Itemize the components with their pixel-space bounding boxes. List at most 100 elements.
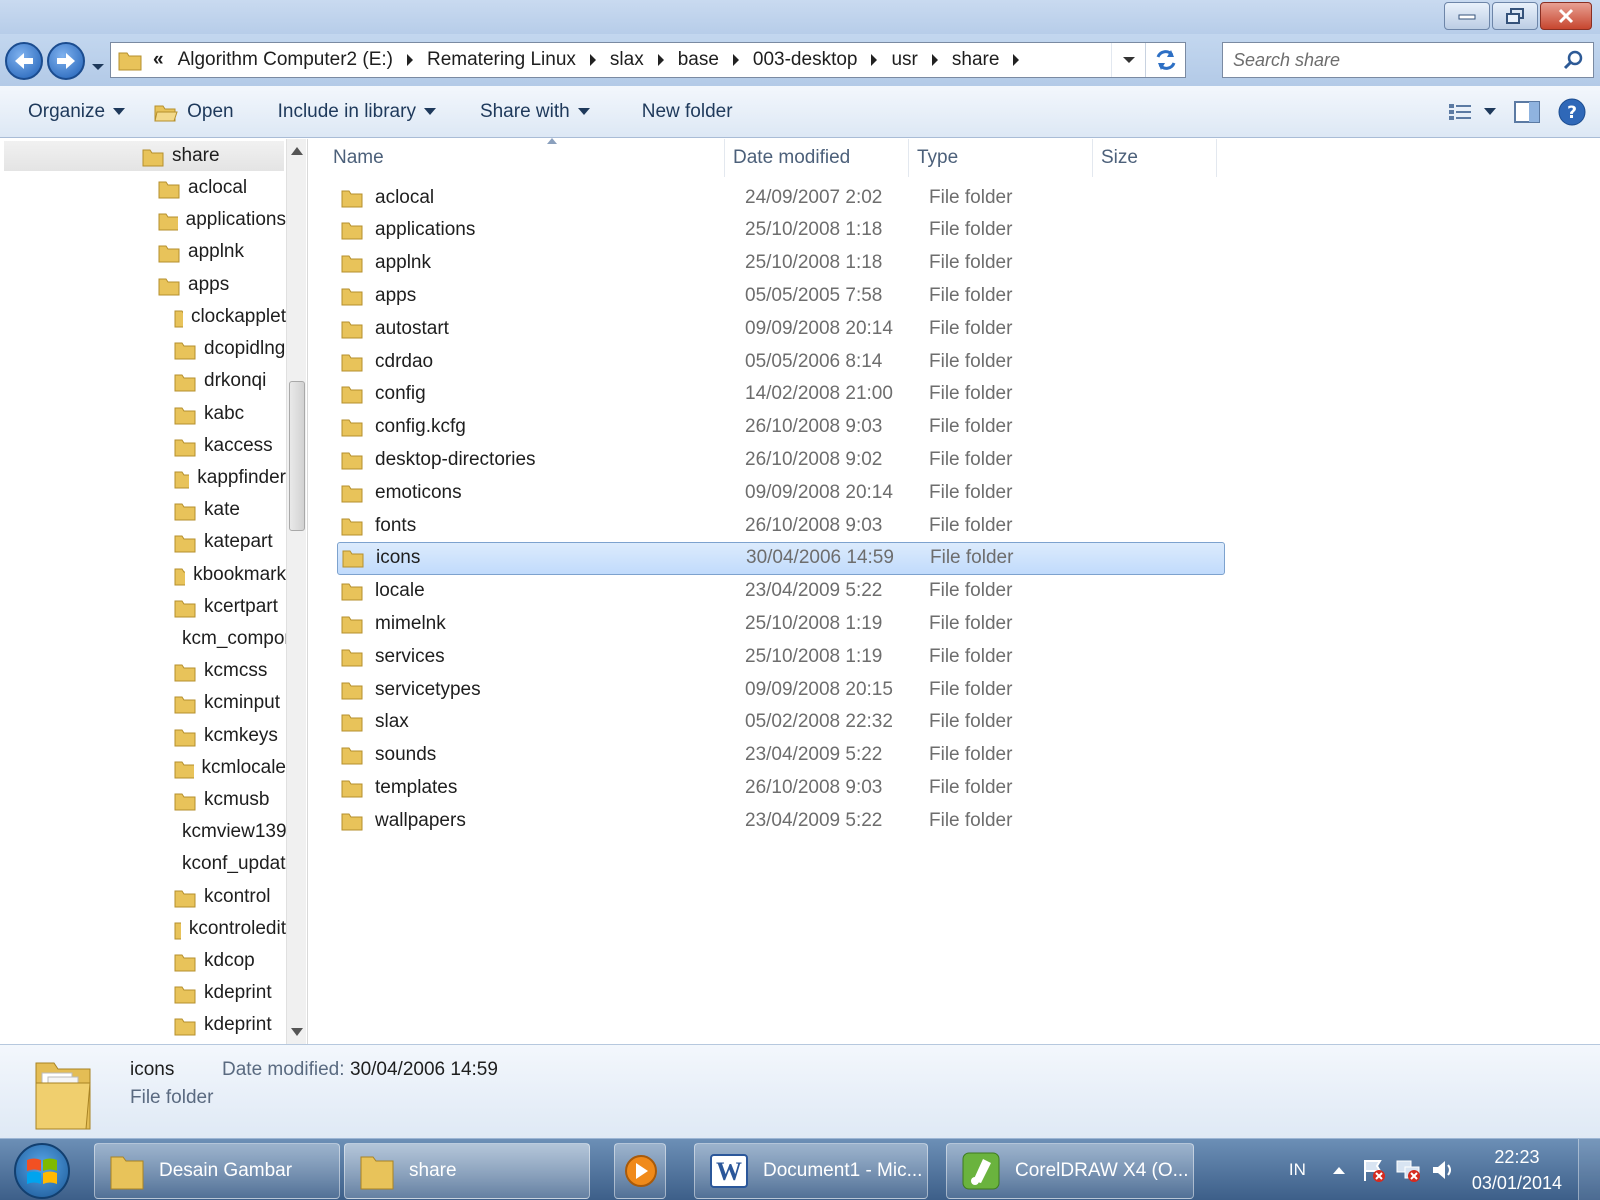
breadcrumb-separator-icon[interactable] [657, 54, 664, 66]
taskbar-item-media-player[interactable] [614, 1143, 666, 1199]
address-overflow[interactable]: « [143, 49, 170, 71]
nav-tree-item[interactable]: apps [158, 270, 286, 300]
forward-button[interactable] [47, 42, 85, 80]
refresh-button[interactable] [1145, 43, 1185, 77]
scroll-thumb[interactable] [289, 381, 305, 531]
column-header-name[interactable]: Name [325, 138, 725, 177]
file-row[interactable]: services 25/10/2008 1:19 File folder [337, 640, 1225, 673]
volume-icon[interactable] [1430, 1158, 1456, 1182]
column-header-size[interactable]: Size [1093, 139, 1217, 177]
change-view-button[interactable] [1448, 102, 1496, 122]
help-icon[interactable]: ? [1558, 98, 1586, 126]
file-row[interactable]: autostart 09/09/2008 20:14 File folder [337, 312, 1225, 345]
breadcrumb-item[interactable]: share [944, 49, 1008, 71]
nav-tree-item[interactable]: kdcop [174, 946, 286, 976]
open-button[interactable]: Open [139, 86, 247, 137]
nav-tree-item[interactable]: kconf_update [174, 849, 286, 879]
search-input[interactable] [1233, 49, 1563, 71]
scroll-up-arrow-icon[interactable] [291, 147, 303, 155]
network-icon[interactable] [1394, 1157, 1422, 1183]
breadcrumb-item[interactable]: slax [602, 49, 652, 71]
file-row[interactable]: aclocal 24/09/2007 2:02 File folder [337, 181, 1225, 214]
file-row[interactable]: emoticons 09/09/2008 20:14 File folder [337, 476, 1225, 509]
preview-pane-icon[interactable] [1514, 100, 1540, 124]
language-indicator[interactable]: IN [1289, 1160, 1306, 1180]
organize-button[interactable]: Organize [0, 86, 139, 137]
nav-tree-item[interactable]: kcontrol [174, 882, 286, 912]
file-row[interactable]: desktop-directories 26/10/2008 9:02 File f… [337, 443, 1225, 476]
column-header-type[interactable]: Type [909, 139, 1093, 177]
file-row[interactable]: applnk 25/10/2008 1:18 File folder [337, 247, 1225, 280]
search-icon[interactable] [1563, 50, 1583, 70]
nav-tree-item-share[interactable]: share [4, 141, 284, 171]
nav-tree-item[interactable]: clockapplet [174, 302, 286, 332]
clock[interactable]: 22:23 03/01/2014 [1462, 1144, 1578, 1196]
taskbar-item-word[interactable]: W Document1 - Mic... [694, 1143, 928, 1199]
nav-tree-item[interactable]: applnk [158, 237, 286, 267]
file-row[interactable]: config 14/02/2008 21:00 File folder [337, 378, 1225, 411]
back-button[interactable] [5, 42, 43, 80]
show-desktop-button[interactable] [1578, 1139, 1600, 1200]
address-history-dropdown[interactable] [1111, 43, 1145, 77]
file-row[interactable]: wallpapers 23/04/2009 5:22 File folder [337, 804, 1225, 837]
nav-tree-item[interactable]: kdeprint [174, 1010, 286, 1040]
nav-tree-item[interactable]: kcmview1394 [174, 817, 286, 847]
nav-scrollbar[interactable] [286, 139, 306, 1044]
nav-tree-item[interactable]: kcmlocale [174, 753, 286, 783]
address-bar[interactable]: « Algorithm Computer2 (E:) Rematering Lin… [110, 42, 1186, 78]
breadcrumb-item[interactable]: Rematering Linux [419, 49, 584, 71]
close-button[interactable] [1540, 2, 1592, 30]
action-center-flag-icon[interactable] [1360, 1157, 1386, 1183]
search-box[interactable] [1222, 42, 1594, 78]
scroll-down-arrow-icon[interactable] [291, 1028, 303, 1036]
breadcrumb-separator-icon[interactable] [1013, 54, 1020, 66]
nav-tree-item[interactable]: kaccess [174, 431, 286, 461]
nav-tree-item[interactable]: kcontroledit [174, 914, 286, 944]
taskbar-item-coreldraw[interactable]: CorelDRAW X4 (O... [946, 1143, 1194, 1199]
restore-button[interactable] [1492, 2, 1538, 30]
column-header-date[interactable]: Date modified [725, 139, 909, 177]
recent-pages-dropdown[interactable] [91, 56, 105, 77]
nav-tree-item[interactable]: kcm_componentchooser [174, 624, 286, 654]
nav-tree-item[interactable]: dcopidlng [174, 334, 286, 364]
breadcrumb-separator-icon[interactable] [589, 54, 596, 66]
file-row[interactable]: cdrdao 05/05/2006 8:14 File folder [337, 345, 1225, 378]
file-row[interactable]: config.kcfg 26/10/2008 9:03 File folder [337, 411, 1225, 444]
breadcrumb-item[interactable]: base [670, 49, 727, 71]
show-hidden-icons-icon[interactable] [1332, 1165, 1346, 1175]
file-row[interactable]: applications 25/10/2008 1:18 File folder [337, 214, 1225, 247]
file-row[interactable]: mimelnk 25/10/2008 1:19 File folder [337, 607, 1225, 640]
file-row[interactable]: templates 26/10/2008 9:03 File folder [337, 771, 1225, 804]
nav-tree-item[interactable]: kdeprint [174, 978, 286, 1008]
taskbar-item-desain-gambar[interactable]: Desain Gambar [94, 1143, 340, 1199]
share-with-button[interactable]: Share with [450, 86, 604, 137]
breadcrumb-item[interactable]: Algorithm Computer2 (E:) [170, 49, 401, 71]
new-folder-button[interactable]: New folder [604, 86, 747, 137]
breadcrumb-separator-icon[interactable] [732, 54, 739, 66]
file-row-selected[interactable]: icons 30/04/2006 14:59 File folder [337, 541, 1225, 575]
file-row[interactable]: slax 05/02/2008 22:32 File folder [337, 706, 1225, 739]
include-in-library-button[interactable]: Include in library [248, 86, 450, 137]
nav-tree-item[interactable]: kcminput [174, 688, 286, 718]
nav-tree-item[interactable]: kappfinder [174, 463, 286, 493]
nav-tree-item[interactable]: kabc [174, 399, 286, 429]
start-button[interactable] [14, 1143, 70, 1199]
nav-tree-item[interactable]: kbookmark [174, 560, 286, 590]
nav-tree-item[interactable]: drkonqi [174, 366, 286, 396]
file-row[interactable]: locale 23/04/2009 5:22 File folder [337, 575, 1225, 608]
nav-tree-item[interactable]: kcmusb [174, 785, 286, 815]
file-row[interactable]: apps 05/05/2005 7:58 File folder [337, 279, 1225, 312]
breadcrumb-item[interactable]: usr [883, 49, 925, 71]
nav-tree-item[interactable]: aclocal [158, 173, 286, 203]
file-row[interactable]: sounds 23/04/2009 5:22 File folder [337, 739, 1225, 772]
file-row[interactable]: servicetypes 09/09/2008 20:15 File folder [337, 673, 1225, 706]
breadcrumb-separator-icon[interactable] [406, 54, 413, 66]
nav-tree-item[interactable]: kcertpart [174, 592, 286, 622]
breadcrumb-separator-icon[interactable] [931, 54, 938, 66]
breadcrumb-separator-icon[interactable] [871, 54, 878, 66]
file-row[interactable]: fonts 26/10/2008 9:03 File folder [337, 509, 1225, 542]
nav-tree-item[interactable]: applications [158, 205, 286, 235]
taskbar-item-share[interactable]: share [344, 1143, 590, 1199]
nav-tree-item[interactable]: kcmkeys [174, 721, 286, 751]
breadcrumb-item[interactable]: 003-desktop [745, 49, 866, 71]
